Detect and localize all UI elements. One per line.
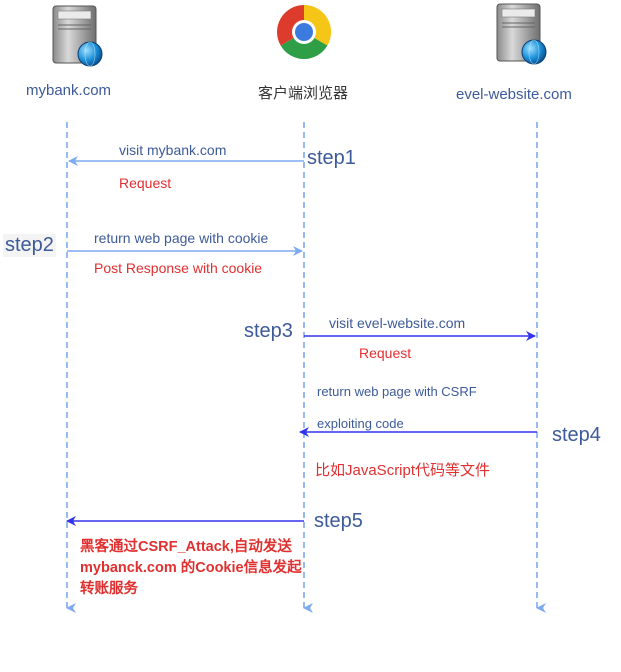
message-label-step4-line1: return web page with CSRF [317, 384, 477, 399]
step-label-4: step4 [552, 424, 601, 446]
server-globe-icon [52, 5, 103, 67]
message-sub-step2: Post Response with cookie [94, 260, 263, 276]
message-label-step3: visit evel-website.com [329, 315, 466, 331]
message-label-step1: visit mybank.com [119, 142, 227, 158]
message-sub-step4: 比如JavaScript代码等文件 [315, 462, 491, 479]
message-label-step2: return web page with cookie [94, 230, 269, 246]
actor-label-browser: 客户端浏览器 [258, 85, 349, 102]
message-sub-step1: Request [119, 175, 172, 191]
step-label-3: step3 [244, 320, 293, 342]
step-label-2: step2 [3, 234, 56, 257]
message-label-step4-line2: exploiting code [317, 416, 404, 431]
server-globe-icon [496, 3, 547, 65]
step-label-5: step5 [314, 510, 363, 532]
step-label-1: step1 [307, 147, 356, 169]
actor-label-bank: mybank.com [26, 82, 112, 99]
actor-label-evil: evel-website.com [456, 86, 572, 103]
attack-note-step5: 黑客通过CSRF_Attack,自动发送 mybanck.com 的Cookie… [80, 539, 302, 597]
chrome-browser-icon [277, 5, 331, 59]
message-sub-step3: Request [359, 345, 412, 361]
